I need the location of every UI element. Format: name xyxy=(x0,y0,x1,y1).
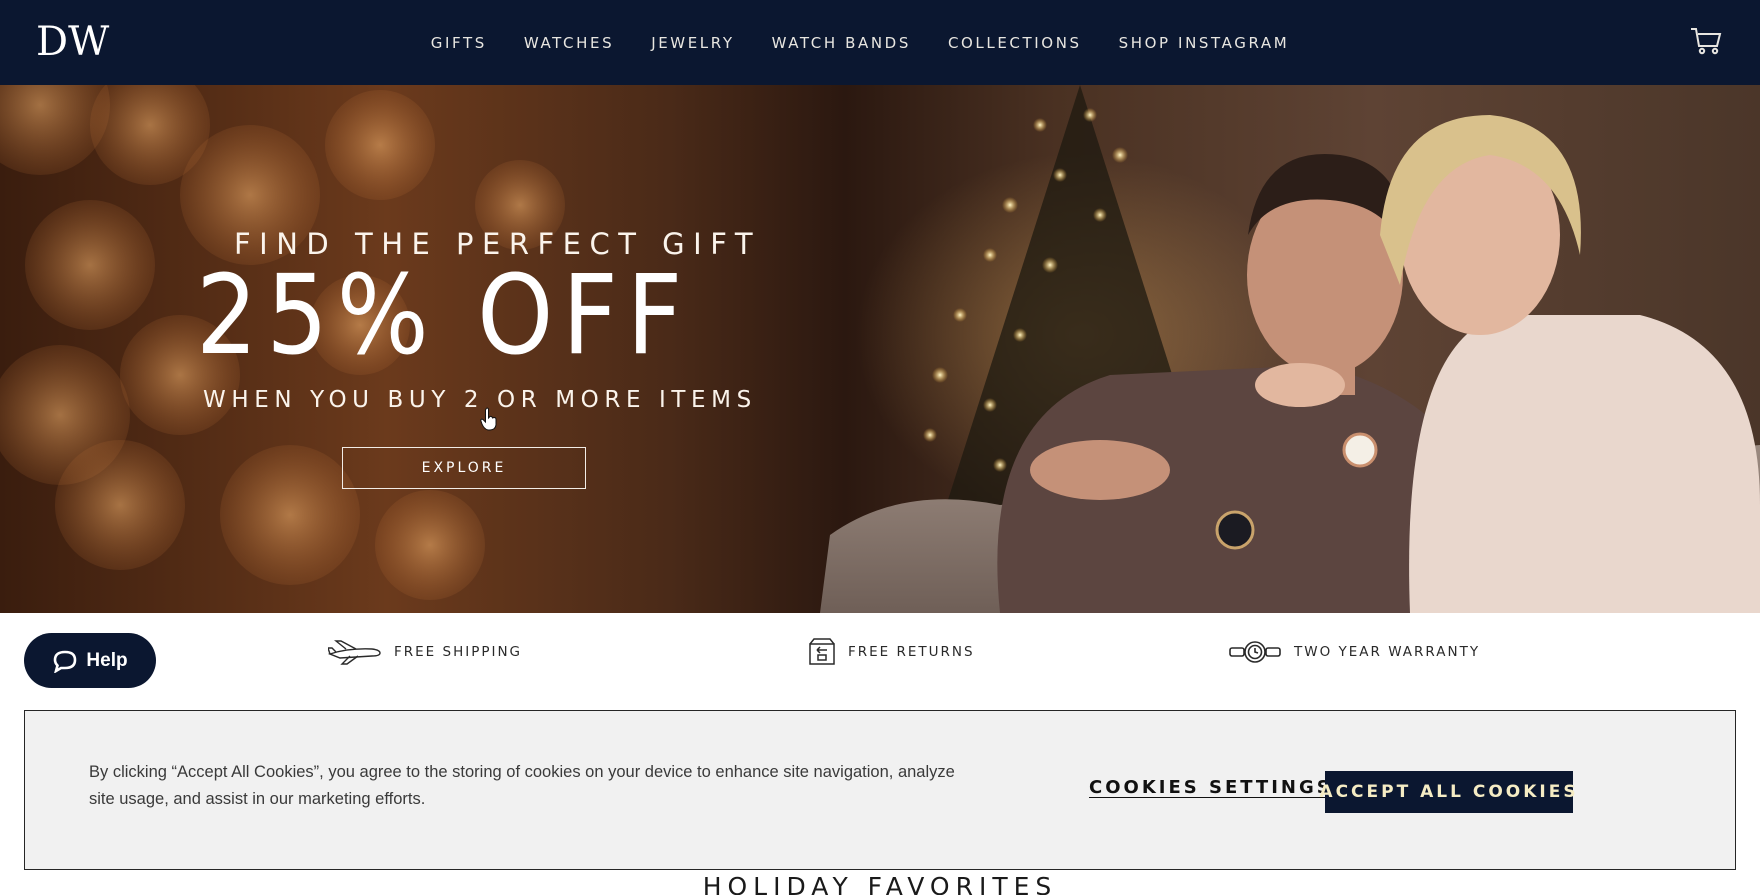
airplane-icon xyxy=(328,640,381,665)
nav-watch-bands[interactable]: WATCH BANDS xyxy=(772,34,911,52)
cookie-banner: By clicking “Accept All Cookies”, you ag… xyxy=(24,710,1736,870)
nav-gifts[interactable]: GIFTS xyxy=(431,34,487,52)
return-box-icon xyxy=(809,638,835,665)
hero-content: FIND THE PERFECT GIFT 25% OFF WHEN YOU B… xyxy=(0,85,1760,613)
section-heading-holiday-favorites: HOLIDAY FAVORITES xyxy=(702,872,1058,895)
main-nav: GIFTS WATCHES JEWELRY WATCH BANDS COLLEC… xyxy=(0,0,1760,85)
help-button[interactable]: Help xyxy=(24,633,156,688)
benefit-two-year-warranty: TWO YEAR WARRANTY xyxy=(1228,637,1480,667)
explore-button[interactable]: EXPLORE xyxy=(342,447,586,489)
benefits-bar: Help FREE SHIPPING FREE RETURNS TWO YEAR… xyxy=(0,613,1760,699)
nav-shop-instagram[interactable]: SHOP INSTAGRAM xyxy=(1119,34,1290,52)
nav-collections[interactable]: COLLECTIONS xyxy=(948,34,1082,52)
accept-all-cookies-button[interactable]: ACCEPT ALL COOKIES xyxy=(1319,771,1576,813)
free-shipping-label: FREE SHIPPING xyxy=(394,644,523,660)
nav-jewelry[interactable]: JEWELRY xyxy=(651,34,734,52)
hero-banner: FIND THE PERFECT GIFT 25% OFF WHEN YOU B… xyxy=(0,85,1760,613)
hand-cursor-icon xyxy=(480,407,497,431)
cookie-consent-text: By clicking “Accept All Cookies”, you ag… xyxy=(89,763,955,808)
watch-icon xyxy=(1229,641,1281,663)
benefit-free-returns: FREE RETURNS xyxy=(808,637,975,667)
nav-watches[interactable]: WATCHES xyxy=(524,34,614,52)
benefit-free-shipping: FREE SHIPPING xyxy=(328,637,522,667)
help-label: Help xyxy=(86,649,128,671)
cookies-settings-link[interactable]: COOKIES SETTINGS xyxy=(1089,777,1333,798)
free-returns-label: FREE RETURNS xyxy=(848,644,975,660)
chat-bubble-icon xyxy=(54,650,77,673)
cart-icon[interactable] xyxy=(1690,26,1722,56)
hero-headline: 25% OFF xyxy=(196,251,692,379)
site-header: DW GIFTS WATCHES JEWELRY WATCH BANDS COL… xyxy=(0,0,1760,85)
two-year-warranty-label: TWO YEAR WARRANTY xyxy=(1294,644,1481,660)
